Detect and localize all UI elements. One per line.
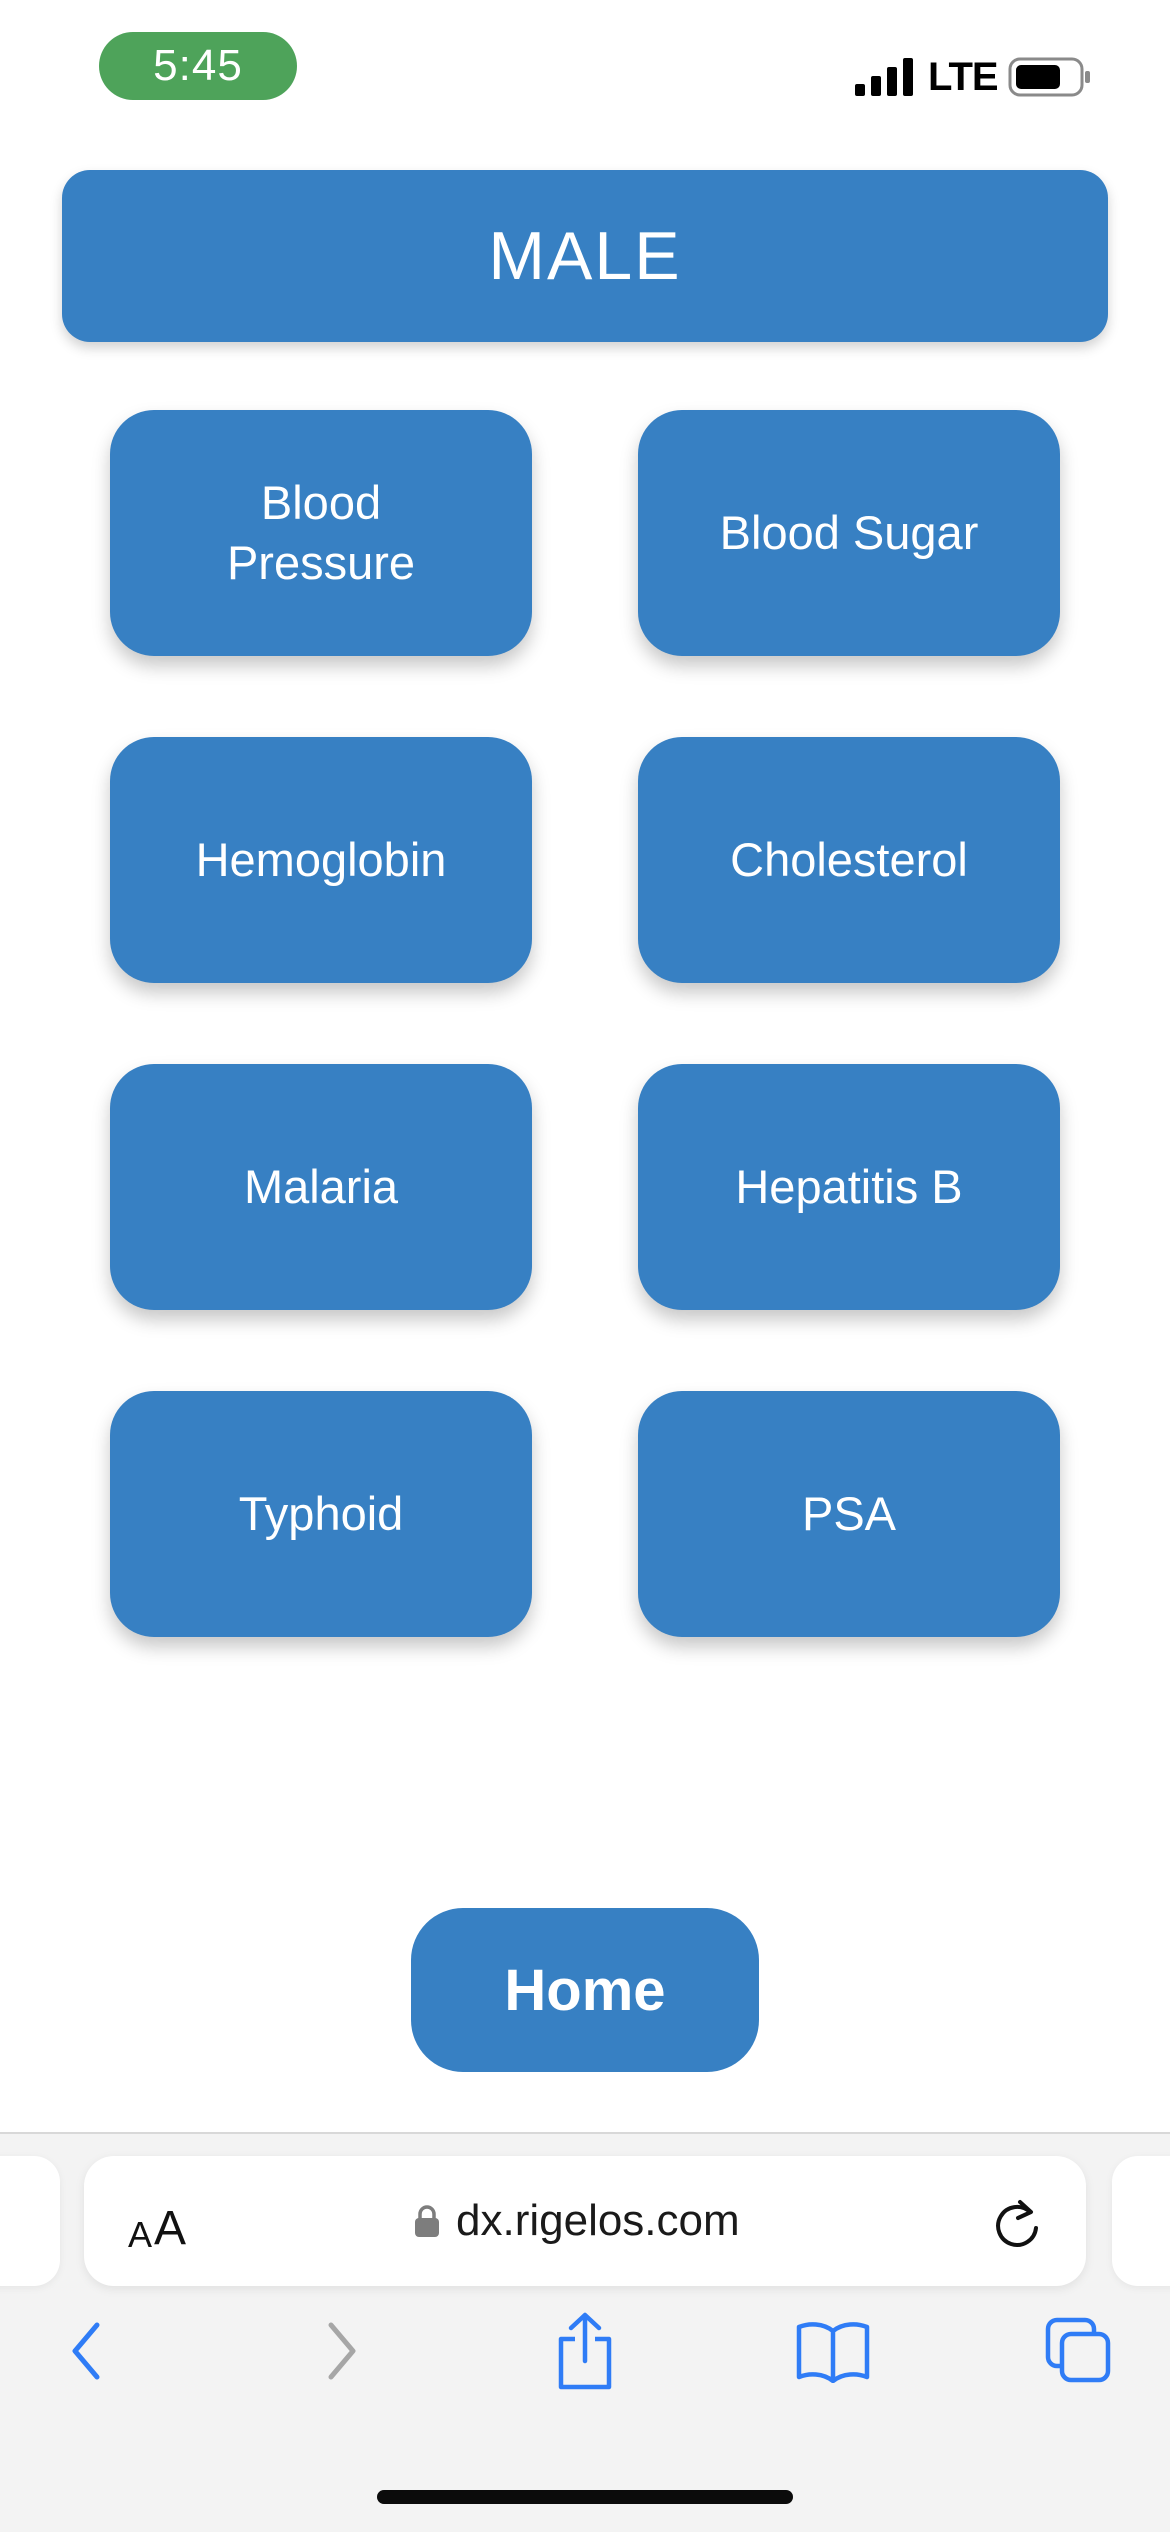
status-time: 5:45 — [99, 32, 297, 100]
text-size-small-a: A — [128, 2214, 153, 2255]
reload-icon[interactable] — [992, 2196, 1042, 2250]
battery-icon — [1008, 57, 1090, 97]
test-button-typhoid[interactable]: Typhoid — [110, 1391, 532, 1637]
test-button-hepatitis-b[interactable]: Hepatitis B — [638, 1064, 1060, 1310]
back-button[interactable] — [42, 2306, 132, 2396]
test-button-blood-pressure[interactable]: Blood Pressure — [110, 410, 532, 656]
network-label: LTE — [928, 55, 999, 99]
lock-icon — [415, 2205, 439, 2237]
back-icon — [72, 2322, 100, 2380]
share-icon — [558, 2312, 612, 2390]
text-size-large-a: A — [154, 2202, 187, 2255]
signal-icon — [855, 58, 913, 96]
forward-button[interactable] — [296, 2306, 386, 2396]
bookmarks-button[interactable] — [788, 2306, 878, 2396]
url-display[interactable]: dx.rigelos.com — [414, 2186, 740, 2256]
next-tab-preview[interactable] — [1112, 2156, 1170, 2286]
url-text: dx.rigelos.com — [456, 2196, 740, 2245]
page-title: MALE — [62, 170, 1108, 342]
bookmarks-icon — [796, 2322, 870, 2383]
previous-tab-preview[interactable] — [0, 2156, 60, 2286]
home-button[interactable]: Home — [411, 1908, 759, 2072]
text-size-button[interactable]: AA — [128, 2186, 186, 2256]
test-button-malaria[interactable]: Malaria — [110, 1064, 532, 1310]
tabs-button[interactable] — [1034, 2306, 1124, 2396]
share-button[interactable] — [540, 2306, 630, 2396]
forward-icon — [328, 2322, 356, 2380]
test-button-blood-sugar[interactable]: Blood Sugar — [638, 410, 1060, 656]
tabs-icon — [1045, 2317, 1111, 2383]
home-indicator[interactable] — [377, 2490, 793, 2504]
browser-toolbar — [0, 2306, 1170, 2426]
address-bar[interactable]: AA dx.rigelos.com — [84, 2156, 1086, 2286]
browser-chrome: AA dx.rigelos.com — [0, 2132, 1170, 2532]
screen: 5:45 LTE MALE Blood Pressure Blood Sugar… — [0, 0, 1170, 2532]
test-button-psa[interactable]: PSA — [638, 1391, 1060, 1637]
test-button-cholesterol[interactable]: Cholesterol — [638, 737, 1060, 983]
test-button-hemoglobin[interactable]: Hemoglobin — [110, 737, 532, 983]
status-bar: 5:45 LTE — [0, 0, 1170, 130]
